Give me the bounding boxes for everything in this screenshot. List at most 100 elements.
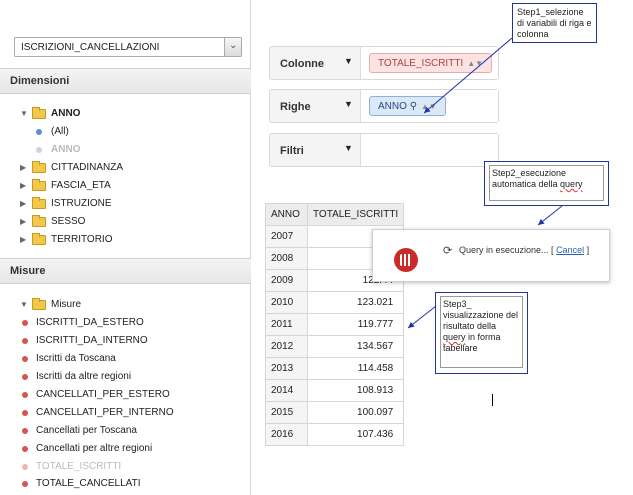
step1-text: Step1_selezione di variabili di riga e c… (517, 7, 592, 39)
folder-open-icon (32, 107, 46, 119)
step2-text-query: query (560, 179, 583, 189)
step2-note: Step2_esecuzione automatica della query (484, 161, 609, 206)
tree-item-label: TERRITORIO (51, 234, 113, 245)
left-sidebar: ISCRIZIONI_CANCELLAZIONI ⌄ Dimensioni ▼ … (0, 0, 251, 495)
row-header: 2013 (265, 357, 308, 380)
step1-note: Step1_selezione di variabili di riga e c… (512, 3, 597, 43)
step2-arrow (537, 205, 563, 226)
measure-label: CANCELLATI_PER_INTERNO (36, 407, 174, 418)
measure-dot-icon (22, 428, 28, 434)
sort-icon[interactable]: ▲▼ (467, 59, 483, 68)
measure-label: CANCELLATI_PER_ESTERO (36, 389, 170, 400)
measure-label: ISCRITTI_DA_INTERNO (36, 335, 148, 346)
loading-text-close: ] (584, 245, 590, 255)
caret-right-icon[interactable]: ▶ (20, 217, 26, 226)
measures-header: Misure (0, 258, 251, 284)
table-header-row: ANNO TOTALE_ISCRITTI (265, 203, 405, 226)
tree-item-label: CITTADINANZA (51, 162, 124, 173)
step2-text: Step2_esecuzione automatica della (492, 168, 567, 189)
text-cursor (492, 394, 493, 406)
table-row: 2016 107.436 (265, 423, 405, 446)
step3-text: Step3_ visualizzazione del risultato del… (443, 299, 519, 331)
caret-down-icon[interactable]: ▼ (20, 109, 28, 118)
folder-icon (32, 197, 46, 209)
tree-item-label: (All) (51, 126, 69, 137)
caret-down-icon[interactable]: ▼ (344, 99, 353, 109)
row-header: 2014 (265, 379, 308, 402)
chevron-down-icon[interactable]: ⌄ (224, 38, 241, 56)
measure-dot-icon (22, 320, 28, 326)
colonne-row: Colonne ▼ TOTALE_ISCRITTI ▲▼ (269, 46, 499, 80)
table-row: 2010 123.021 (265, 291, 405, 314)
filtri-row: Filtri ▼ (269, 133, 499, 167)
column-header[interactable]: ANNO (265, 203, 308, 226)
caret-down-icon[interactable]: ▼ (344, 56, 353, 66)
table-row: 2012 134.567 (265, 335, 405, 358)
tree-item-label: ANNO (51, 144, 81, 155)
member-dot-icon (36, 129, 42, 135)
tree-item-label: ANNO (51, 108, 81, 119)
table-cell: 114.458 (306, 357, 405, 380)
sort-icon[interactable]: ▲▼ (421, 102, 437, 111)
step3-inner: Step3_ visualizzazione del risultato del… (440, 296, 523, 368)
measure-label: TOTALE_ISCRITTI (36, 461, 122, 472)
row-header: 2015 (265, 401, 308, 424)
measure-pill[interactable]: TOTALE_ISCRITTI ▲▼ (369, 53, 493, 73)
caret-down-icon[interactable]: ▼ (344, 143, 353, 153)
cube-select-value: ISCRIZIONI_CANCELLAZIONI (21, 42, 160, 53)
caret-right-icon[interactable]: ▶ (20, 199, 26, 208)
measure-dot-icon (22, 392, 28, 398)
step2-inner: Step2_esecuzione automatica della query (489, 165, 604, 201)
tree-item-label: ISTRUZIONE (51, 198, 112, 209)
pill-label: ANNO (378, 101, 407, 112)
row-header: 2011 (265, 313, 308, 336)
folder-icon (32, 179, 46, 191)
table-cell: 100.097 (306, 401, 405, 424)
loading-text: Query in esecuzione... [ (459, 245, 557, 255)
query-loading-popup: ⟳ Query in esecuzione... [ Cancel ] (372, 229, 610, 282)
measure-label: Iscritti da Toscana (36, 353, 116, 364)
measure-dot-icon (22, 374, 28, 380)
cancel-link[interactable]: Cancel (556, 245, 584, 255)
righe-drop-area[interactable]: ANNO ⚲ ▲▼ (361, 90, 498, 122)
measure-label: Iscritti da altre regioni (36, 371, 132, 382)
caret-down-icon[interactable]: ▼ (20, 300, 28, 309)
row-header: 2010 (265, 291, 308, 314)
app-logo-icon (394, 248, 418, 272)
cube-select[interactable]: ISCRIZIONI_CANCELLAZIONI ⌄ (14, 37, 242, 57)
measure-dot-icon (22, 410, 28, 416)
refresh-icon: ⟳ (443, 245, 453, 257)
table-row: 2011 119.777 (265, 313, 405, 336)
measure-label: Cancellati per Toscana (36, 425, 137, 436)
tree-item-label: SESSO (51, 216, 86, 227)
caret-right-icon[interactable]: ▶ (20, 181, 26, 190)
loading-message: Query in esecuzione... [ Cancel ] (459, 245, 589, 255)
dimensions-header: Dimensioni (0, 68, 251, 94)
folder-icon (32, 161, 46, 173)
table-cell: 107.436 (306, 423, 405, 446)
row-header: 2012 (265, 335, 308, 358)
member-dot-icon (36, 147, 42, 153)
righe-label: Righe (280, 101, 311, 113)
step3-text-query: query (443, 332, 466, 342)
row-header: 2016 (265, 423, 308, 446)
measure-dot-icon (22, 464, 28, 470)
caret-right-icon[interactable]: ▶ (20, 235, 26, 244)
search-icon[interactable]: ⚲ (410, 101, 417, 112)
table-cell: 108.913 (306, 379, 405, 402)
row-header: 2008 (265, 247, 308, 270)
righe-row: Righe ▼ ANNO ⚲ ▲▼ (269, 89, 499, 123)
colonne-drop-area[interactable]: TOTALE_ISCRITTI ▲▼ (361, 47, 498, 79)
dimension-pill[interactable]: ANNO ⚲ ▲▼ (369, 96, 446, 116)
measure-dot-icon (22, 446, 28, 452)
step3-note: Step3_ visualizzazione del risultato del… (435, 292, 528, 374)
measures-title: Misure (10, 265, 46, 277)
dimensions-title: Dimensioni (10, 75, 70, 87)
tree-item-label: Misure (51, 299, 82, 310)
folder-open-icon (32, 298, 46, 310)
filtri-drop-area[interactable] (361, 134, 498, 166)
caret-right-icon[interactable]: ▶ (20, 163, 26, 172)
column-header[interactable]: TOTALE_ISCRITTI (306, 203, 405, 226)
measure-label: ISCRITTI_DA_ESTERO (36, 317, 144, 328)
row-header: 2007 (265, 225, 308, 248)
